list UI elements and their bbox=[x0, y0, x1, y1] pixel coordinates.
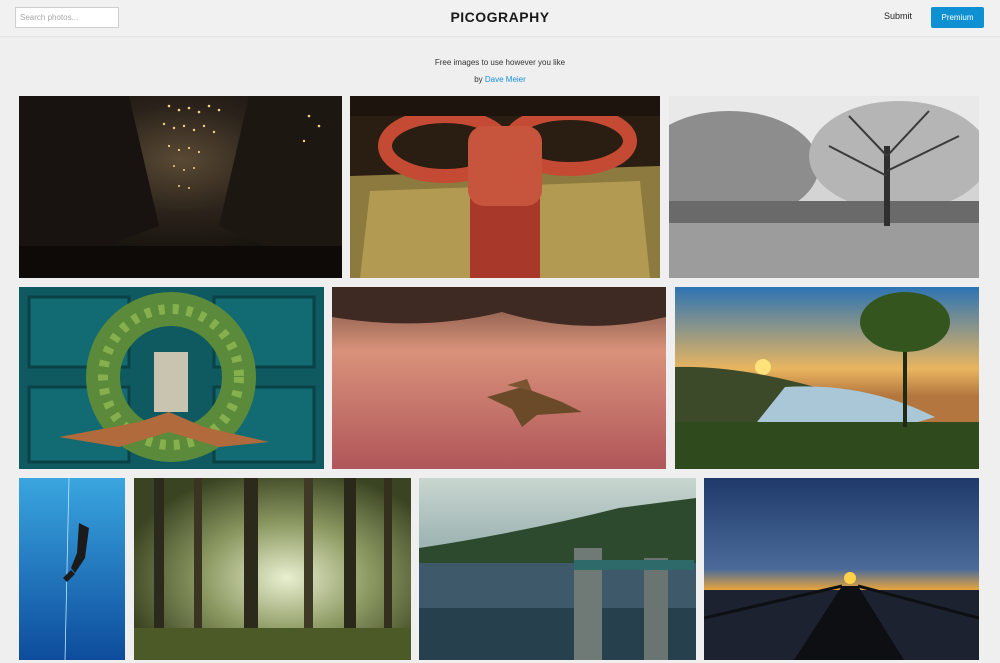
gift-box-image bbox=[350, 96, 660, 278]
byline-prefix: by bbox=[474, 75, 483, 84]
photo-diver[interactable] bbox=[19, 478, 125, 660]
photo-winter-park[interactable] bbox=[669, 96, 979, 278]
alley-lights-image bbox=[19, 96, 342, 278]
premium-button[interactable]: Premium bbox=[931, 7, 984, 28]
river-sunset-image bbox=[675, 287, 979, 469]
byline: by Dave Meier bbox=[0, 75, 1000, 84]
leaf-water-image bbox=[332, 287, 666, 469]
lake-bridge-image bbox=[419, 478, 696, 660]
photo-gift-box[interactable] bbox=[350, 96, 660, 278]
diver-image bbox=[19, 478, 125, 660]
photo-wreath-door[interactable] bbox=[19, 287, 324, 469]
search-input[interactable] bbox=[15, 7, 119, 28]
site-header: PICOGRAPHY Submit Premium bbox=[0, 0, 1000, 37]
wreath-door-image bbox=[19, 287, 324, 469]
photo-leaf-water[interactable] bbox=[332, 287, 666, 469]
author-link[interactable]: Dave Meier bbox=[485, 75, 526, 84]
photo-alley-lights[interactable] bbox=[19, 96, 342, 278]
submit-link[interactable]: Submit bbox=[884, 11, 932, 21]
photo-lake-bridge[interactable] bbox=[419, 478, 696, 660]
photo-pier-sunset[interactable] bbox=[704, 478, 979, 660]
forest-image bbox=[134, 478, 411, 660]
tagline: Free images to use however you like bbox=[434, 58, 566, 67]
pier-sunset-image bbox=[704, 478, 979, 660]
site-logo: PICOGRAPHY bbox=[0, 9, 1000, 25]
logo-text[interactable]: PICOGRAPHY bbox=[450, 9, 549, 25]
photo-forest[interactable] bbox=[134, 478, 411, 660]
photo-river-sunset[interactable] bbox=[675, 287, 979, 469]
winter-park-image bbox=[669, 96, 979, 278]
